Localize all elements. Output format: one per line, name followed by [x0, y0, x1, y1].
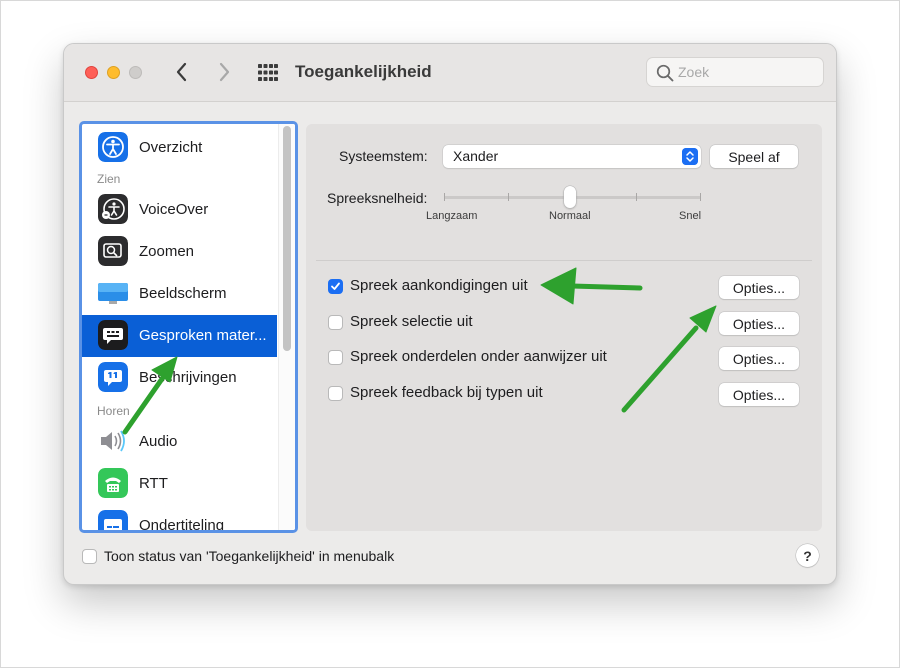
arrow-to-announcements [569, 283, 643, 291]
arrow-to-sidebar-item [122, 373, 167, 435]
arrow-to-options-button [621, 325, 699, 413]
annotation-arrows [122, 267, 717, 435]
